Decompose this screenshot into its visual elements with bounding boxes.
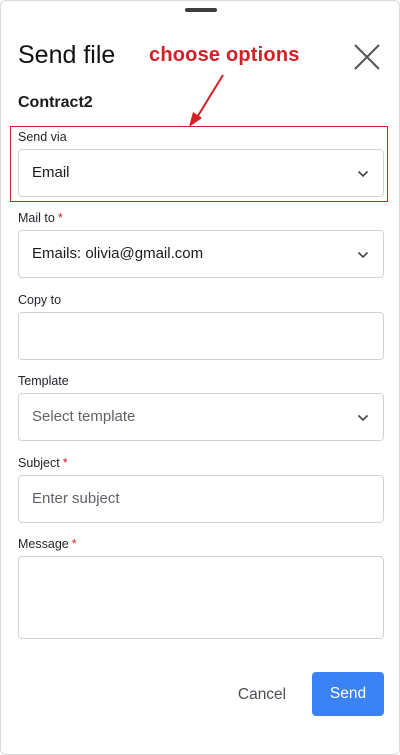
subject-label: Subject * <box>18 456 68 470</box>
required-mark: * <box>71 537 77 551</box>
copy-to-label-text: Copy to <box>18 293 62 307</box>
cancel-button[interactable]: Cancel <box>227 673 297 716</box>
send-via-label-text: Send via <box>18 130 67 144</box>
document-name: Contract2 <box>18 94 93 111</box>
send-via-select[interactable]: Email <box>18 149 384 197</box>
message-label: Message * <box>18 537 77 551</box>
send-file-dialog: Send file Contract2 choose options Send … <box>0 0 400 755</box>
close-icon <box>354 44 380 70</box>
send-via-label: Send via <box>18 130 67 144</box>
message-label-text: Message <box>18 537 69 551</box>
subject-input[interactable]: Enter subject <box>18 475 384 523</box>
template-select[interactable]: Select template <box>18 393 384 441</box>
send-button[interactable]: Send <box>312 672 384 716</box>
close-button[interactable] <box>351 41 383 73</box>
template-label: Template <box>18 374 69 388</box>
copy-to-label: Copy to <box>18 293 61 307</box>
chevron-down-icon <box>357 170 369 178</box>
subject-placeholder: Enter subject <box>32 490 120 507</box>
subject-label-text: Subject <box>18 456 60 470</box>
message-textarea[interactable] <box>18 556 384 639</box>
chevron-down-icon <box>357 251 369 259</box>
chevron-down-icon <box>357 414 369 422</box>
send-via-value: Email <box>32 164 70 181</box>
annotation-arrow <box>189 74 224 127</box>
copy-to-input[interactable] <box>18 312 384 360</box>
required-mark: * <box>62 456 68 470</box>
required-mark: * <box>57 211 63 225</box>
drag-handle[interactable] <box>185 8 217 12</box>
annotation-label: choose options <box>149 44 300 66</box>
mail-to-label: Mail to * <box>18 211 63 225</box>
template-label-text: Template <box>18 374 69 388</box>
dialog-title: Send file <box>18 41 116 69</box>
template-placeholder: Select template <box>32 408 136 425</box>
mail-to-select[interactable]: Emails: olivia@gmail.com <box>18 230 384 278</box>
mail-to-value: Emails: olivia@gmail.com <box>32 245 204 262</box>
mail-to-label-text: Mail to <box>18 211 55 225</box>
